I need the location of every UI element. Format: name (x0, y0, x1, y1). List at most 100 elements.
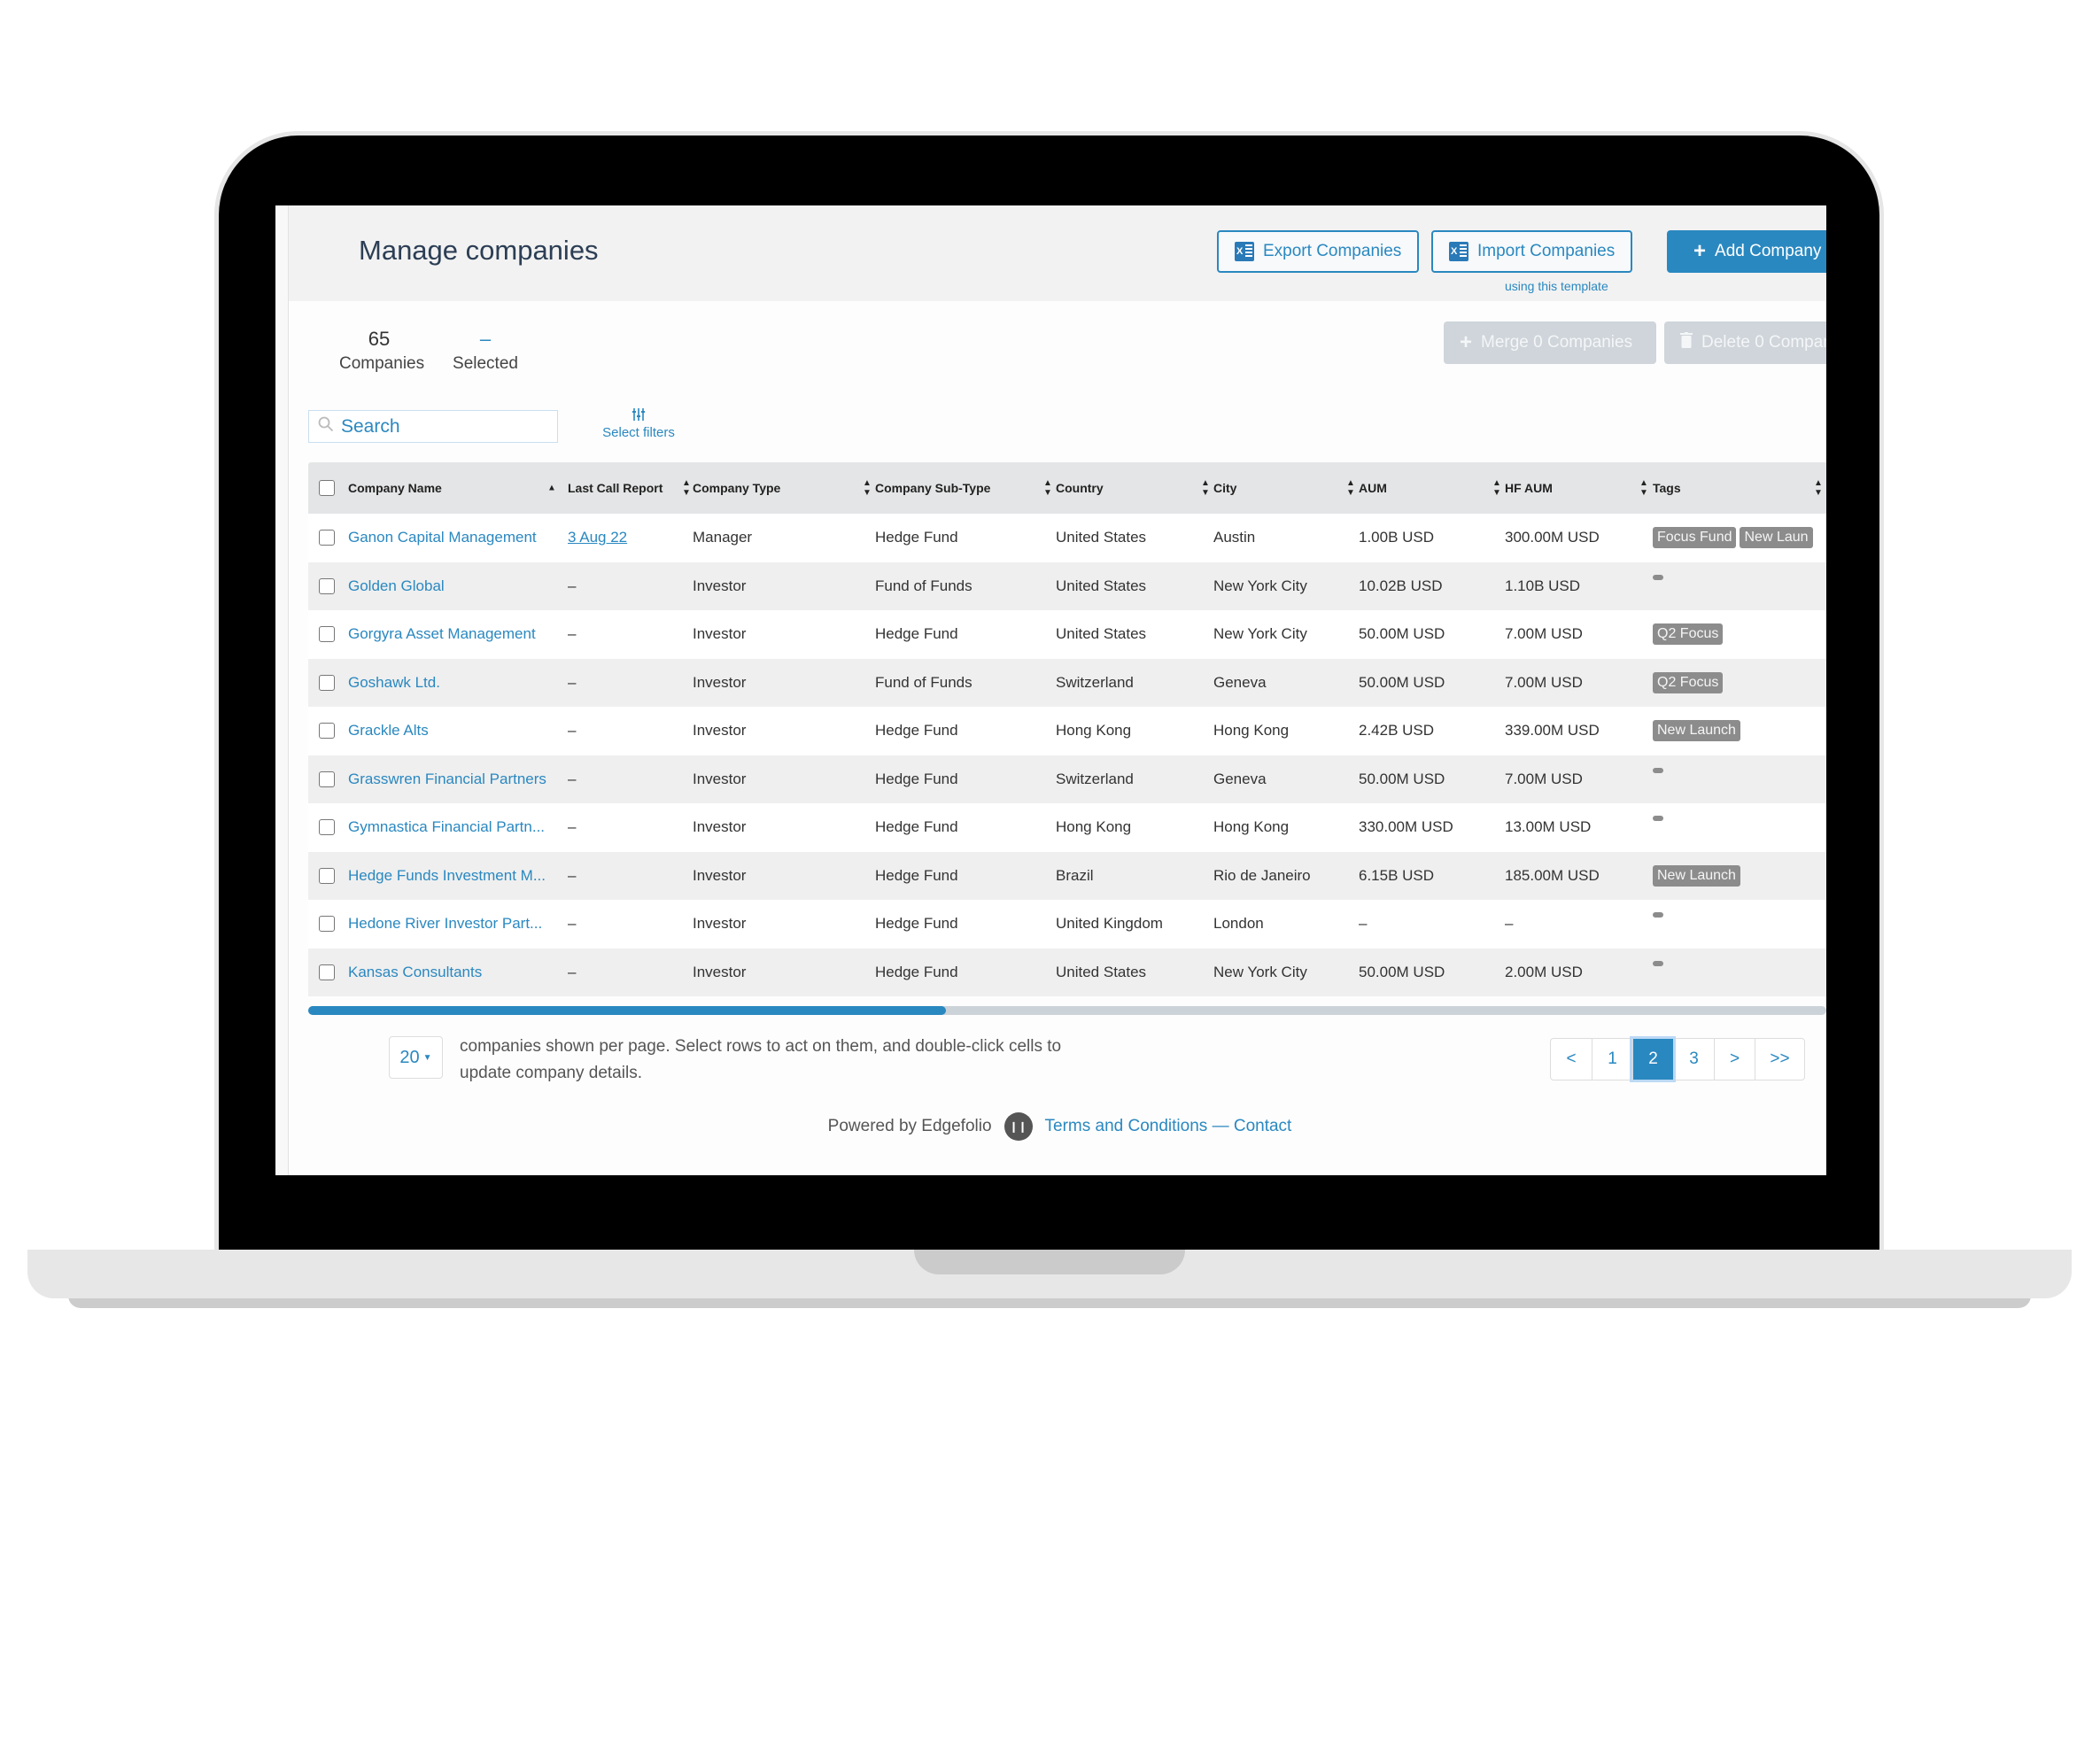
page-button-3[interactable]: 3 (1673, 1039, 1714, 1080)
aum: 50.00M USD (1359, 625, 1445, 643)
country: United States (1056, 963, 1147, 980)
table-row[interactable]: Golden Global – Investor Fund of Funds Unite… (308, 561, 1826, 610)
last-call-report: – (568, 818, 577, 836)
sort-asc-icon[interactable]: ▲ (547, 484, 556, 493)
column-header-company-type[interactable]: Company Type (693, 481, 780, 495)
company-sub-type: Hedge Fund (875, 866, 958, 884)
column-header-country[interactable]: Country (1056, 481, 1104, 495)
column-header-hf-aum[interactable]: HF AUM (1505, 481, 1553, 495)
row-checkbox[interactable] (319, 674, 335, 691)
excel-icon: X (1449, 242, 1468, 261)
horizontal-scrollbar[interactable] (308, 1006, 1826, 1015)
contact-link[interactable]: Contact (1234, 1117, 1291, 1135)
column-header-tags[interactable]: Tags (1653, 481, 1681, 495)
company-name-link[interactable]: Grackle Alts (348, 722, 429, 740)
column-header-company-name[interactable]: Company Name (348, 481, 442, 495)
prev-page-button[interactable]: < (1551, 1039, 1592, 1080)
tag-badge[interactable]: New Launch (1653, 864, 1740, 887)
per-page-select[interactable]: 20 ▼ (389, 1036, 443, 1079)
page-button-2[interactable]: 2 (1632, 1039, 1673, 1080)
empty-tag-placeholder[interactable] (1653, 912, 1663, 918)
sort-icon[interactable]: ▲ ▼ (1639, 478, 1648, 498)
table-row[interactable]: Gymnastica Financial Partn... – Investor He… (308, 803, 1826, 852)
sort-icon[interactable]: ▲ ▼ (1043, 478, 1052, 498)
table-row[interactable]: Grackle Alts – Investor Hedge Fund Hong Kong… (308, 707, 1826, 755)
empty-tag-placeholder[interactable] (1653, 574, 1663, 580)
export-companies-button[interactable]: X Export Companies (1217, 230, 1420, 273)
company-name-link[interactable]: Gorgyra Asset Management (348, 625, 536, 643)
import-template-link[interactable]: using this template (1505, 279, 1608, 293)
company-name-link[interactable]: Hedge Funds Investment M... (348, 867, 546, 885)
table-row[interactable]: Gorgyra Asset Management – Investor Hedge F… (308, 610, 1826, 659)
add-company-button[interactable]: + Add Company (1667, 230, 1826, 273)
last-call-report-link[interactable]: 3 Aug 22 (568, 529, 627, 546)
company-name-link[interactable]: Goshawk Ltd. (348, 674, 440, 692)
tag-badge[interactable]: New Launch (1653, 720, 1740, 742)
sort-icon[interactable]: ▲ ▼ (1814, 478, 1823, 498)
row-checkbox[interactable] (319, 964, 335, 980)
select-filters-button[interactable]: Select filters (594, 408, 683, 440)
table-row[interactable]: Kansas Consultants – Investor Hedge Fund Uni… (308, 948, 1826, 996)
empty-tag-placeholder[interactable] (1653, 816, 1663, 821)
sort-icon[interactable]: ▲ ▼ (863, 478, 872, 498)
tag-badge[interactable]: Q2 Focus (1653, 623, 1724, 646)
last-call-report: – (568, 770, 577, 787)
sort-icon[interactable]: ▲ ▼ (682, 478, 691, 498)
row-checkbox[interactable] (319, 723, 335, 740)
tag-badge[interactable]: New Laun (1740, 527, 1813, 549)
row-checkbox[interactable] (319, 626, 335, 643)
tag-badge[interactable]: Focus Fund (1653, 527, 1737, 549)
next-page-button[interactable]: > (1714, 1039, 1755, 1080)
last-call-report: – (568, 625, 577, 643)
hf-aum: 339.00M USD (1505, 722, 1600, 740)
sort-icon[interactable]: ▲ ▼ (1346, 478, 1355, 498)
import-companies-button[interactable]: X Import Companies (1431, 230, 1633, 273)
delete-companies-button[interactable]: Delete 0 Companies (1664, 321, 1826, 364)
table-row[interactable]: Grasswren Financial Partners – Investor Hed… (308, 755, 1826, 803)
search-input[interactable] (339, 414, 546, 438)
page-button-1[interactable]: 1 (1592, 1039, 1632, 1080)
aum: 50.00M USD (1359, 963, 1445, 980)
table-row[interactable]: Hedge Funds Investment M... – Investor Hedg… (308, 851, 1826, 900)
footer-separator: — (1212, 1117, 1229, 1135)
row-checkbox[interactable] (319, 916, 335, 933)
column-header-aum[interactable]: AUM (1359, 481, 1387, 495)
hf-aum: 1.10B USD (1505, 577, 1581, 594)
last-page-button[interactable]: >> (1755, 1039, 1804, 1080)
scrollbar-thumb[interactable] (308, 1006, 946, 1015)
company-name-link[interactable]: Gymnastica Financial Partn... (348, 818, 545, 836)
company-name-link[interactable]: Golden Global (348, 577, 445, 595)
company-name-link[interactable]: Ganon Capital Management (348, 529, 537, 546)
column-header-company-sub-type[interactable]: Company Sub-Type (875, 481, 990, 495)
row-checkbox[interactable] (319, 771, 335, 787)
empty-tag-placeholder[interactable] (1653, 767, 1663, 773)
row-checkbox[interactable] (319, 819, 335, 836)
sort-icon[interactable]: ▲ ▼ (1201, 478, 1210, 498)
merge-companies-button[interactable]: + Merge 0 Companies (1444, 321, 1656, 364)
tag-badge[interactable]: Q2 Focus (1653, 671, 1724, 693)
column-header-last-call-report[interactable]: Last Call Report (568, 481, 663, 495)
column-header-city[interactable]: City (1213, 481, 1236, 495)
pagination: <1 2 3 > >> (1550, 1038, 1805, 1080)
row-checkbox[interactable] (319, 577, 335, 594)
country: Hong Kong (1056, 818, 1132, 836)
terms-link[interactable]: Terms and Conditions (1045, 1117, 1208, 1135)
select-all-checkbox[interactable] (319, 480, 335, 496)
delete-companies-label: Delete 0 Companies (1701, 333, 1826, 352)
company-name-link[interactable]: Hedone River Investor Part... (348, 915, 542, 933)
search-box[interactable] (308, 410, 558, 443)
table-row[interactable]: Hedone River Investor Part... – Investor He… (308, 900, 1826, 949)
table-row[interactable]: Goshawk Ltd. – Investor Fund of Funds Switze… (308, 658, 1826, 707)
table-row[interactable]: Ganon Capital Management 3 Aug 22 Manager H… (308, 514, 1826, 562)
company-type: Investor (693, 866, 747, 884)
row-checkbox[interactable] (319, 530, 335, 546)
company-name-link[interactable]: Kansas Consultants (348, 964, 482, 981)
aum: – (1359, 915, 1368, 933)
empty-tag-placeholder[interactable] (1653, 960, 1663, 966)
page-header: Manage companies X Export Companies X Im… (289, 205, 1826, 301)
row-checkbox[interactable] (319, 867, 335, 884)
merge-companies-label: Merge 0 Companies (1481, 333, 1633, 352)
company-name-link[interactable]: Grasswren Financial Partners (348, 771, 546, 788)
sort-icon[interactable]: ▲ ▼ (1492, 478, 1501, 498)
company-sub-type: Fund of Funds (875, 673, 973, 691)
